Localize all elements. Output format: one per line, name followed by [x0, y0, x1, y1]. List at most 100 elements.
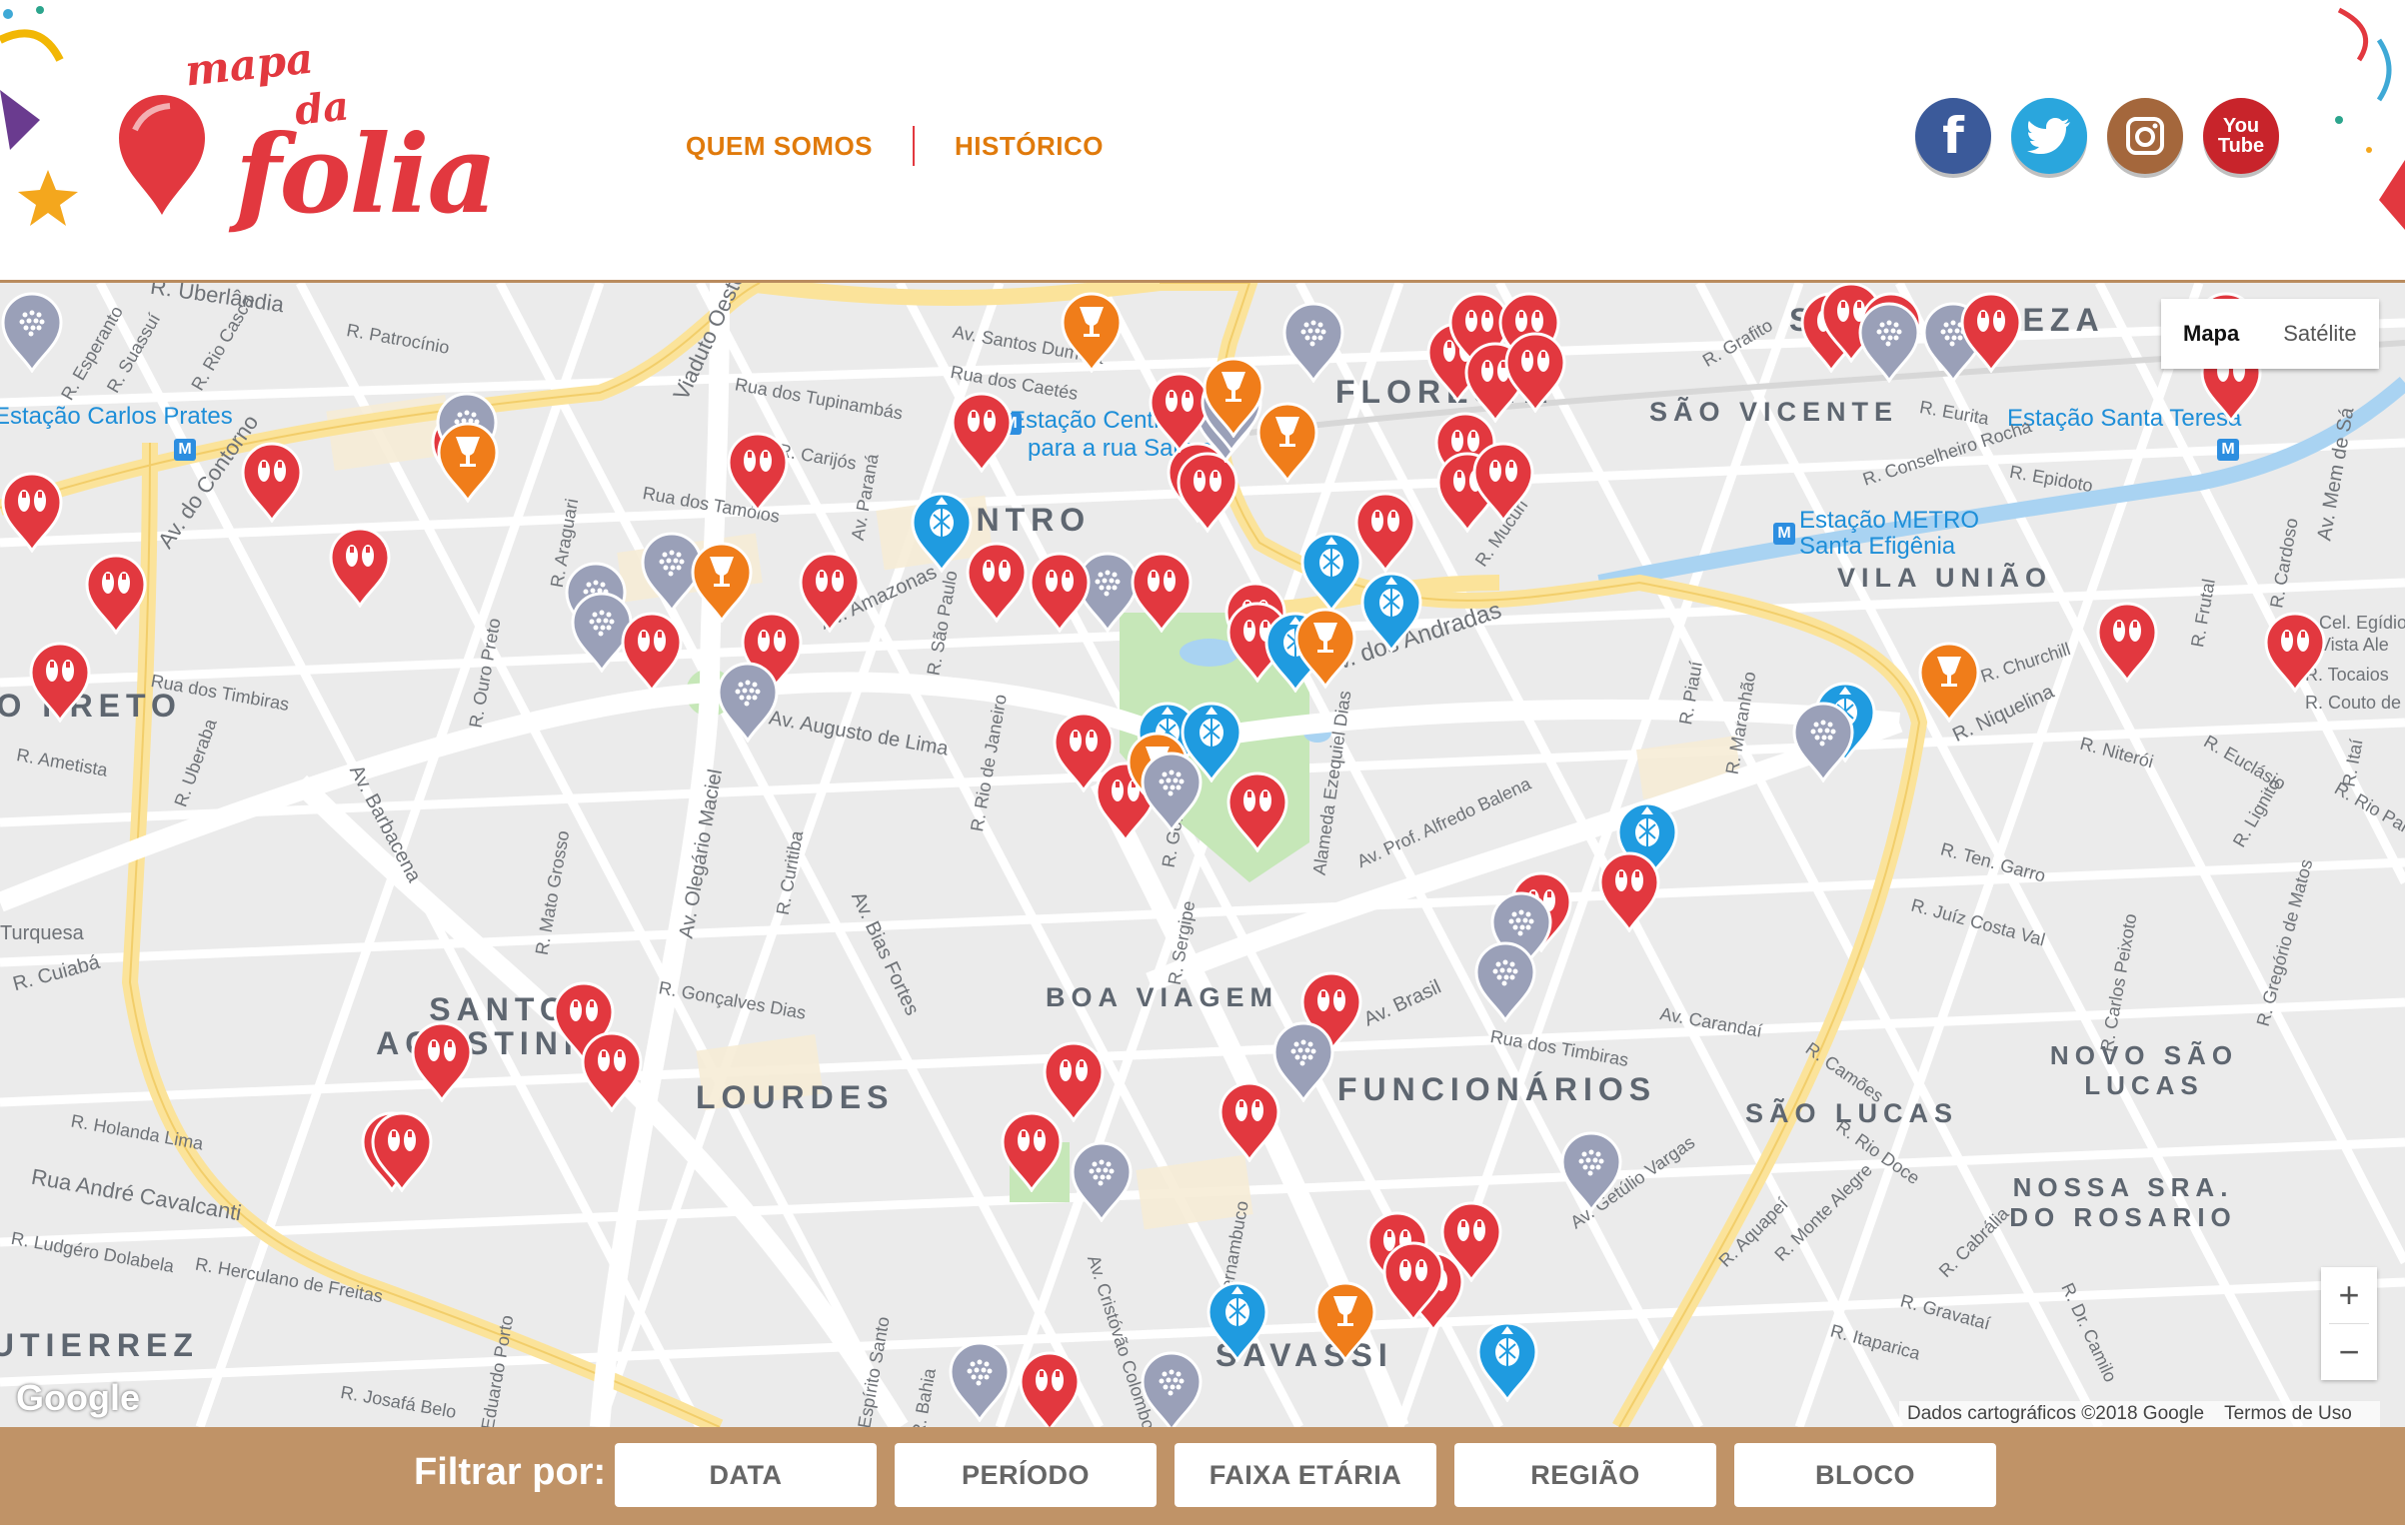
twitter-icon[interactable] — [2011, 98, 2087, 174]
sandals-marker-icon[interactable] — [28, 641, 92, 724]
social-links: f You Tube — [1915, 98, 2279, 174]
metro-icon: M — [2217, 439, 2239, 461]
district-novo-sao-lucas: NOVO SÃO LUCAS — [2049, 1040, 2239, 1100]
youtube-text-tube: Tube — [2217, 135, 2265, 157]
site-header: mapa da folia QUEM SOMOS HISTÓRICO f You… — [0, 0, 2405, 283]
zoom-out-button[interactable]: − — [2321, 1324, 2377, 1380]
terms-of-use-link[interactable]: Termos de Uso — [2224, 1403, 2352, 1424]
sandals-marker-icon[interactable] — [1018, 1350, 1082, 1427]
sandals-marker-icon[interactable] — [1471, 441, 1535, 524]
sandals-marker-icon[interactable] — [580, 1030, 644, 1113]
drink-marker-icon[interactable] — [436, 421, 500, 504]
sandals-marker-icon[interactable] — [410, 1020, 474, 1103]
street-label: Turquesa — [0, 922, 84, 944]
confetti-marker-icon[interactable] — [1559, 1130, 1623, 1213]
sandals-marker-icon[interactable] — [950, 391, 1014, 474]
street-label: Vista Ale — [2319, 635, 2389, 655]
street-label: R. Couto de — [2305, 693, 2402, 713]
sandals-marker-icon[interactable] — [2263, 611, 2327, 694]
confetti-marker-icon[interactable] — [1281, 301, 1345, 384]
sandals-marker-icon[interactable] — [370, 1110, 434, 1193]
district-nossa-sra-do-rosario: NOSSA SRA. DO ROSARIO — [2009, 1172, 2237, 1232]
metro-icon: M — [174, 439, 196, 461]
nav-quem-somos-link[interactable]: QUEM SOMOS — [686, 131, 873, 162]
pineapple-marker-icon[interactable] — [1359, 571, 1423, 654]
pineapple-marker-icon[interactable] — [910, 491, 974, 574]
confetti-marker-icon[interactable] — [1070, 1140, 1134, 1223]
street-label: Cel. Egídio — [2319, 613, 2405, 633]
logo-pin-icon — [119, 95, 205, 215]
sandals-marker-icon[interactable] — [1225, 770, 1289, 853]
pineapple-marker-icon[interactable] — [1205, 1280, 1269, 1363]
filter-bloco-button[interactable]: BLOCO — [1734, 1443, 1996, 1507]
sandals-marker-icon[interactable] — [0, 471, 64, 554]
confetti-marker-icon[interactable] — [1140, 1350, 1203, 1427]
drink-marker-icon[interactable] — [1060, 291, 1124, 374]
zoom-control: + − — [2321, 1267, 2377, 1380]
filter-faixa-etaria-button[interactable]: FAIXA ETÁRIA — [1175, 1443, 1436, 1507]
sandals-marker-icon[interactable] — [726, 431, 790, 514]
google-logo[interactable]: Google — [16, 1377, 140, 1419]
instagram-icon[interactable] — [2107, 98, 2183, 174]
confetti-marker-icon[interactable] — [1473, 940, 1537, 1023]
camera-icon — [2126, 117, 2164, 155]
district-boa-viagem: BOA VIAGEM — [1046, 982, 1279, 1012]
drink-marker-icon[interactable] — [1293, 607, 1357, 690]
district-gutierrez: GUTIERREZ — [0, 1327, 199, 1363]
drink-marker-icon[interactable] — [1313, 1280, 1377, 1363]
confetti-marker-icon[interactable] — [716, 661, 780, 744]
sandals-marker-icon[interactable] — [1130, 551, 1194, 634]
sandals-marker-icon[interactable] — [1503, 331, 1567, 414]
pineapple-marker-icon[interactable] — [1475, 1320, 1539, 1403]
facebook-icon[interactable]: f — [1915, 98, 1991, 174]
youtube-icon[interactable]: You Tube — [2203, 98, 2279, 174]
sandals-marker-icon[interactable] — [620, 611, 684, 694]
district-funcionarios: FUNCIONÁRIOS — [1337, 1071, 1657, 1107]
confetti-decoration-left — [0, 6, 78, 226]
confetti-decoration-right — [2335, 7, 2405, 230]
district-lourdes: LOURDES — [696, 1079, 895, 1115]
filter-bar: Filtrar por: DATA PERÍODO FAIXA ETÁRIA R… — [0, 1427, 2405, 1525]
station-santa-efigenia-sub: Santa Efigênia — [1799, 533, 1956, 560]
confetti-marker-icon[interactable] — [1791, 701, 1855, 783]
confetti-marker-icon[interactable] — [1140, 751, 1203, 833]
map-data-credit: Dados cartográficos ©2018 Google — [1907, 1403, 2205, 1424]
drink-marker-icon[interactable] — [1917, 641, 1981, 724]
station-carlos-prates[interactable]: Estação Carlos Prates — [0, 405, 233, 429]
confetti-marker-icon[interactable] — [948, 1340, 1012, 1423]
drink-marker-icon[interactable] — [1255, 401, 1319, 484]
sandals-marker-icon[interactable] — [1959, 291, 2023, 374]
station-santa-efigenia[interactable]: Estação METRO — [1799, 509, 1979, 533]
sandals-marker-icon[interactable] — [1176, 451, 1239, 534]
map-attribution: Dados cartográficos ©2018 Google Termos d… — [1899, 1401, 2380, 1427]
mapa-da-folia-logo[interactable]: mapa da folia — [115, 33, 498, 240]
nav-divider — [913, 126, 916, 166]
map-type-satellite-button[interactable]: Satélite — [2261, 299, 2379, 369]
footer-strip — [0, 1525, 2405, 1540]
sandals-marker-icon[interactable] — [1028, 551, 1092, 634]
sandals-marker-icon[interactable] — [328, 526, 392, 609]
zoom-in-button[interactable]: + — [2321, 1267, 2377, 1323]
sandals-marker-icon[interactable] — [1597, 850, 1661, 933]
facebook-glyph: f — [1942, 107, 1964, 165]
sandals-marker-icon[interactable] — [1000, 1110, 1064, 1193]
filter-regiao-button[interactable]: REGIÃO — [1454, 1443, 1716, 1507]
sandals-marker-icon[interactable] — [84, 553, 148, 636]
sandals-marker-icon[interactable] — [798, 551, 862, 634]
map-type-mapa-button[interactable]: Mapa — [2161, 299, 2262, 369]
filter-periodo-button[interactable]: PERÍODO — [895, 1443, 1157, 1507]
sandals-marker-icon[interactable] — [240, 441, 304, 524]
sandals-marker-icon[interactable] — [965, 541, 1029, 624]
sandals-marker-icon[interactable] — [1217, 1080, 1281, 1163]
filter-label: Filtrar por: — [414, 1451, 607, 1493]
filter-data-button[interactable]: DATA — [615, 1443, 877, 1507]
map-type-control: Mapa Satélite — [2161, 299, 2379, 369]
pineapple-marker-icon[interactable] — [1299, 531, 1363, 614]
sandals-marker-icon[interactable] — [1381, 1240, 1445, 1323]
sandals-marker-icon[interactable] — [2095, 601, 2159, 684]
confetti-marker-icon[interactable] — [0, 291, 64, 374]
nav-historico-link[interactable]: HISTÓRICO — [955, 131, 1104, 162]
confetti-marker-icon[interactable] — [1857, 301, 1921, 384]
metro-icon: M — [1773, 523, 1795, 545]
district-sao-vicente: SÃO VICENTE — [1649, 397, 1899, 427]
